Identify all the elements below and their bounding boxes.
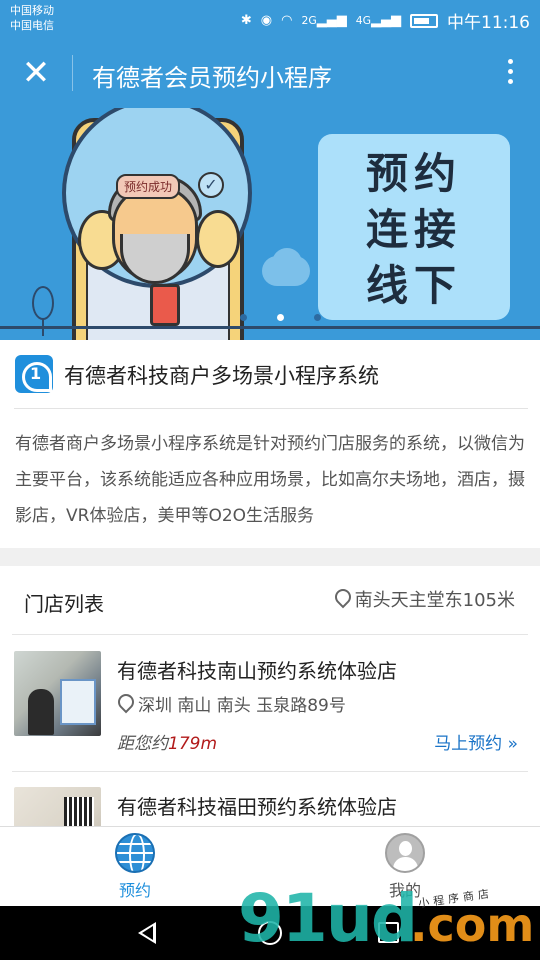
person-icon	[385, 833, 425, 873]
title-bar: ✕ 有德者会员预约小程序	[0, 38, 540, 108]
ground-line	[0, 326, 540, 329]
carrier-2: 中国电信	[10, 19, 54, 32]
carrier-info: 中国移动 中国电信	[10, 3, 54, 33]
store-list: 门店列表 南头天主堂东105米 有德者科技南山预约系统体验店 深圳 南山 南头 …	[0, 566, 540, 834]
tree-illustration	[32, 286, 54, 320]
carousel-indicator	[240, 314, 321, 321]
store-photo	[14, 651, 101, 736]
store-list-title: 门店列表	[24, 592, 104, 616]
person-illustration	[196, 210, 240, 268]
store-distance: 距您约179m	[117, 729, 217, 754]
globe-icon	[115, 833, 155, 873]
store-name: 有德者科技南山预约系统体验店	[117, 659, 397, 683]
photo-screen	[60, 679, 96, 725]
current-location[interactable]: 南头天主堂东105米	[335, 586, 515, 612]
check-icon: ✓	[198, 172, 224, 198]
divider	[14, 408, 528, 409]
status-bar: 中国移动 中国电信 ✱ ◉ ◠ 2G▂▄▆ 4G▂▄▆ 中午11:16	[0, 0, 540, 38]
store-item[interactable]: 有德者科技南山预约系统体验店 深圳 南山 南头 玉泉路89号 距您约179m 马…	[0, 635, 540, 771]
brand-intro-card: 有德者科技商户多场景小程序系统 有德者商户多场景小程序系统是针对预约门店服务的系…	[0, 340, 540, 548]
brand-description: 有德者商户多场景小程序系统是针对预约门店服务的系统，以微信为主要平台，该系统能适…	[15, 434, 525, 526]
banner-carousel[interactable]: 预约成功 ✓ 预约 连接 线下	[0, 108, 540, 340]
banner-slogan-board: 预约 连接 线下	[318, 134, 510, 320]
more-dot-icon	[507, 69, 513, 74]
hand-phone-illustration	[150, 284, 180, 326]
clock: 中午11:16	[447, 13, 530, 33]
store-item[interactable]: 有德者科技福田预约系统体验店	[0, 771, 540, 834]
slogan-line: 预约	[365, 149, 462, 198]
distance-prefix: 距您约	[117, 734, 168, 754]
brand-name: 有德者科技商户多场景小程序系统	[64, 364, 379, 388]
store-address-text: 深圳 南山 南头 玉泉路89号	[138, 696, 346, 716]
more-menu-button[interactable]	[504, 56, 516, 90]
page-title: 有德者会员预约小程序	[92, 64, 332, 92]
watermark-logo: 91ud	[238, 880, 418, 957]
bluetooth-icon: ✱	[240, 13, 252, 28]
wifi-icon: ◠	[281, 13, 293, 28]
tab-label: 预约	[118, 881, 151, 900]
battery-icon	[410, 13, 438, 28]
distance-value: 179m	[168, 734, 218, 754]
signal-2-icon: 4G▂▄▆	[355, 13, 401, 28]
location-pin-icon	[335, 589, 349, 609]
slogan-line: 线下	[365, 261, 462, 310]
store-name: 有德者科技福田预约系统体验店	[117, 795, 397, 819]
carousel-dot[interactable]	[240, 314, 247, 321]
carrier-1: 中国移动	[10, 4, 54, 17]
booking-success-tag: 预约成功	[116, 174, 181, 199]
status-icons: ✱ ◉ ◠ 2G▂▄▆ 4G▂▄▆ 中午11:16	[241, 8, 530, 33]
photo-person	[28, 689, 54, 735]
location-pin-icon	[118, 694, 132, 714]
tab-booking[interactable]: 预约	[75, 833, 195, 901]
more-dot-icon	[507, 79, 513, 84]
slogan-line: 连接	[365, 205, 462, 254]
brand-logo-icon	[15, 355, 53, 393]
signal-1-icon: 2G▂▄▆	[301, 13, 347, 28]
cloud-illustration	[272, 248, 302, 278]
store-address: 深圳 南山 南头 玉泉路89号	[118, 691, 346, 716]
carousel-dot-active[interactable]	[277, 314, 284, 321]
carousel-dot[interactable]	[314, 314, 321, 321]
eye-icon: ◉	[260, 13, 273, 28]
title-divider	[72, 55, 73, 91]
more-dot-icon	[507, 59, 513, 64]
close-button[interactable]: ✕	[18, 56, 54, 92]
book-now-button[interactable]: 马上预约 »	[434, 729, 518, 754]
current-location-text: 南头天主堂东105米	[354, 590, 515, 611]
back-icon[interactable]	[138, 922, 156, 944]
